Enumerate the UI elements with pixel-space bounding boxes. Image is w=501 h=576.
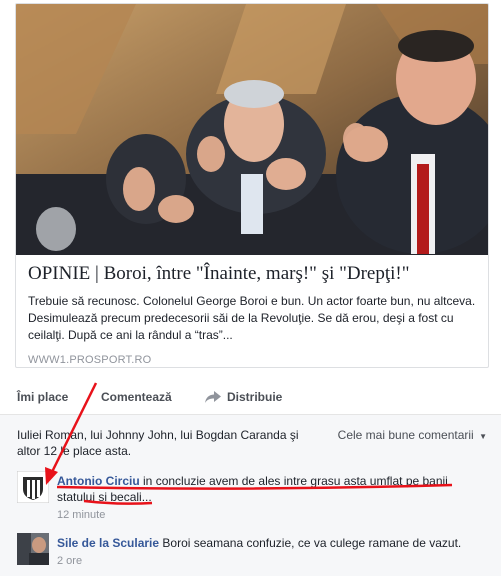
link-domain: WWW1.PROSPORT.RO bbox=[28, 354, 152, 366]
caret-down-icon: ▼ bbox=[479, 432, 487, 441]
comment-button[interactable]: Comentează bbox=[101, 390, 172, 404]
sort-comments-dropdown[interactable]: Cele mai bune comentarii ▼ bbox=[338, 428, 487, 442]
comment-text: Boroi seamana confuzie, ce va culege ram… bbox=[162, 536, 462, 550]
link-attachment[interactable]: OPINIE | Boroi, între "Înainte, marş!" ş… bbox=[15, 3, 489, 368]
facebook-post-card: OPINIE | Boroi, între "Înainte, marş!" ş… bbox=[0, 0, 501, 576]
share-icon bbox=[205, 391, 221, 403]
sort-label: Cele mai bune comentarii bbox=[337, 428, 474, 442]
like-button[interactable]: Îmi place bbox=[17, 390, 68, 404]
share-button[interactable]: Distribuie bbox=[205, 390, 282, 404]
avatar[interactable] bbox=[16, 470, 50, 504]
comment-body: Antonio Circiu in concluzie avem de ales… bbox=[57, 473, 477, 523]
link-info: OPINIE | Boroi, între "Înainte, marş!" ş… bbox=[28, 262, 478, 366]
comment-time[interactable]: 12 minute bbox=[57, 507, 477, 523]
comment-author[interactable]: Sile de la Scularie bbox=[57, 536, 159, 550]
link-description: Trebuie să recunosc. Colonelul George Bo… bbox=[28, 294, 476, 342]
comment-body: Sile de la Scularie Boroi seamana confuz… bbox=[57, 535, 477, 569]
share-label: Distribuie bbox=[227, 390, 283, 404]
avatar[interactable] bbox=[17, 533, 49, 565]
comments-section: Iuliei Roman, lui Johnny John, lui Bogda… bbox=[0, 414, 501, 576]
comment-author[interactable]: Antonio Circiu bbox=[57, 474, 140, 488]
post-actions: Îmi place Comentează Distribuie bbox=[15, 385, 487, 411]
likes-summary[interactable]: Iuliei Roman, lui Johnny John, lui Bogda… bbox=[17, 427, 317, 459]
comment-time[interactable]: 2 ore bbox=[57, 553, 477, 569]
article-photo[interactable] bbox=[16, 4, 488, 255]
photo-image bbox=[16, 4, 488, 255]
link-title[interactable]: OPINIE | Boroi, între "Înainte, marş!" ş… bbox=[28, 262, 478, 286]
